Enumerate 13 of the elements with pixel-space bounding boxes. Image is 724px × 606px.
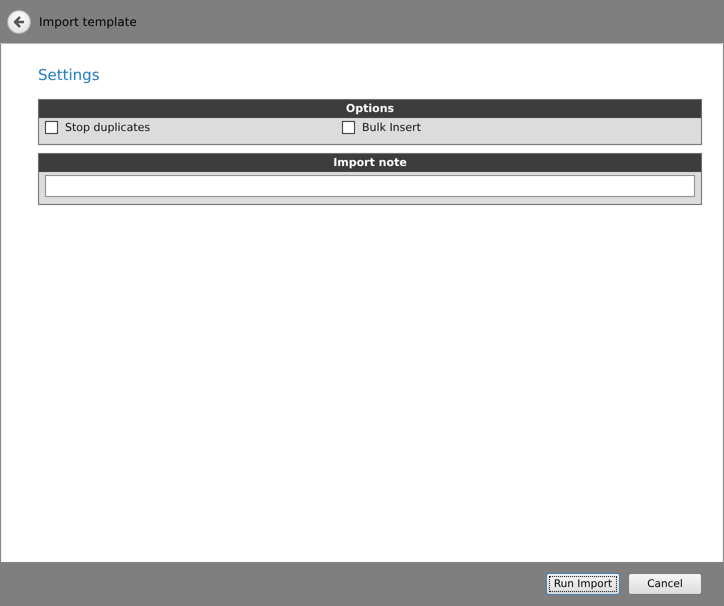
back-button[interactable]	[7, 10, 31, 34]
checkbox[interactable]: Stop duplicates	[45, 121, 342, 134]
section-heading: Settings	[38, 66, 101, 84]
dialog-button[interactable]: Cancel	[628, 573, 702, 595]
panel-header: Options	[39, 100, 701, 118]
note-input-field[interactable]	[45, 175, 695, 197]
checkbox-box[interactable]	[45, 121, 58, 134]
panel-header: Import note	[39, 154, 701, 172]
back-arrow-icon	[12, 14, 26, 28]
dialog-button[interactable]: Run Import	[546, 573, 620, 595]
checkbox-box[interactable]	[342, 121, 355, 134]
window-title: Import template	[39, 14, 137, 28]
checkbox[interactable]: Bulk Insert	[342, 121, 695, 134]
